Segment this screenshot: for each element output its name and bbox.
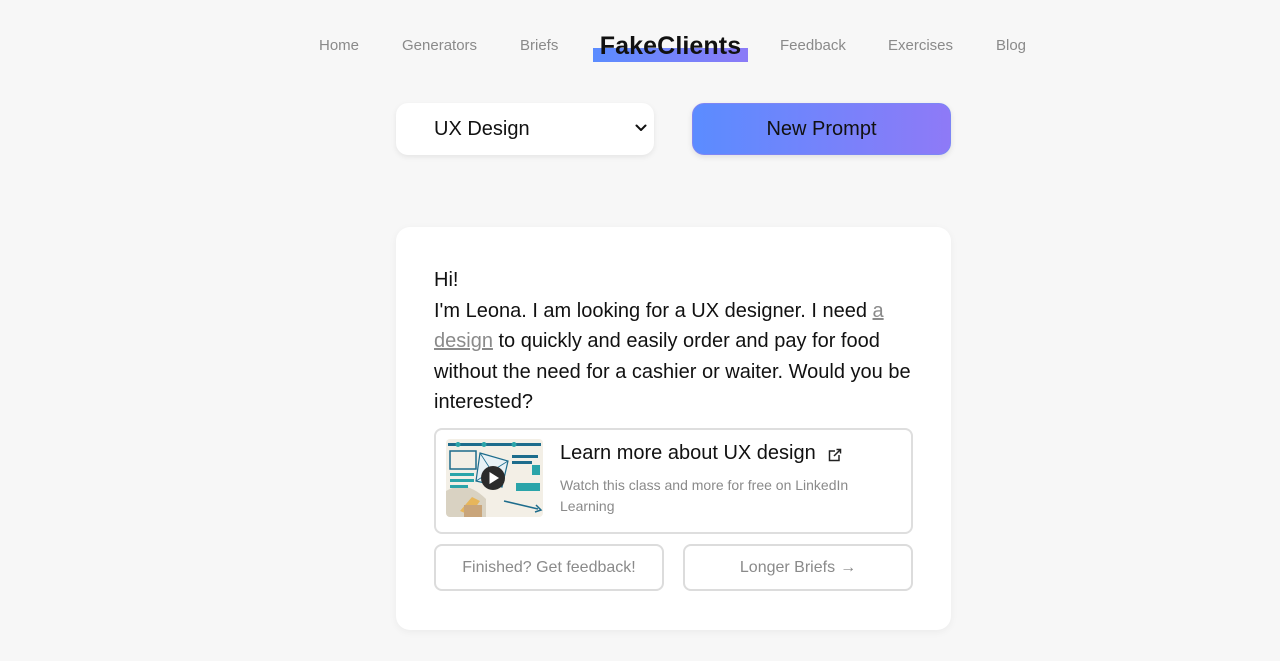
brief-text-after: to quickly and easily order and pay for … xyxy=(434,330,911,413)
video-thumbnail-icon xyxy=(446,439,543,517)
get-feedback-label: Finished? Get feedback! xyxy=(462,558,636,576)
top-nav: Home Generators Briefs FakeClients Feedb… xyxy=(0,0,1280,92)
arrow-right-icon: → xyxy=(840,558,857,576)
brief-text-before: I'm Leona. I am looking for a UX designe… xyxy=(434,299,873,322)
category-select[interactable]: UX Design xyxy=(396,103,654,155)
longer-briefs-label: Longer Briefs xyxy=(739,558,836,576)
get-feedback-button[interactable]: Finished? Get feedback! xyxy=(434,544,664,591)
nav-home[interactable]: Home xyxy=(319,37,359,54)
promo-title[interactable]: Learn more about UX design xyxy=(560,442,816,465)
external-link-icon[interactable] xyxy=(828,448,842,462)
linkedin-learning-promo[interactable]: Learn more about UX design Watch this cl… xyxy=(434,428,913,534)
nav-exercises[interactable]: Exercises xyxy=(888,37,953,54)
category-select-value: UX Design xyxy=(434,118,530,140)
longer-briefs-button[interactable]: Longer Briefs → xyxy=(683,544,913,591)
chevron-down-icon xyxy=(635,124,647,131)
nav-feedback[interactable]: Feedback xyxy=(780,37,846,54)
brief-card: Hi! I'm Leona. I am looking for a UX des… xyxy=(396,227,951,630)
brand-logo[interactable]: FakeClients xyxy=(593,30,748,64)
nav-briefs[interactable]: Briefs xyxy=(520,37,558,54)
brief-body: I'm Leona. I am looking for a UX designe… xyxy=(434,296,914,418)
new-prompt-button[interactable]: New Prompt xyxy=(692,103,951,155)
promo-description: Watch this class and more for free on Li… xyxy=(560,477,849,514)
course-thumbnail[interactable] xyxy=(446,439,543,517)
brief-greeting: Hi! xyxy=(434,269,459,291)
nav-blog[interactable]: Blog xyxy=(996,37,1026,54)
brand-name: FakeClients xyxy=(599,32,742,60)
brief-text: Hi! I'm Leona. I am looking for a UX des… xyxy=(434,265,914,418)
nav-generators[interactable]: Generators xyxy=(402,37,477,54)
